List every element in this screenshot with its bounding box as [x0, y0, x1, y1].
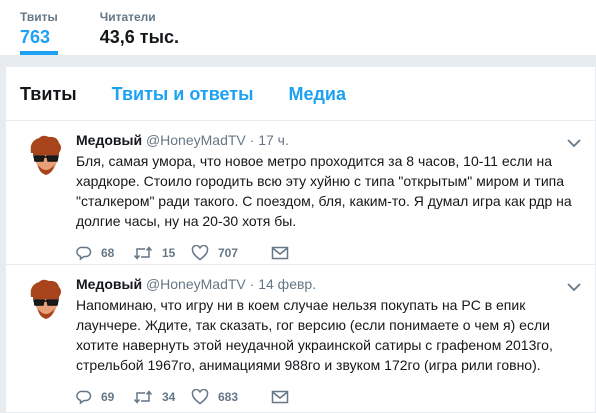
retweet-button[interactable]: 34 [133, 389, 191, 405]
tweet-separator: · [249, 132, 255, 148]
tweet-text: Бля, самая умора, что новое метро проход… [76, 153, 572, 229]
tweet-actions: 69 34 683 [76, 387, 580, 407]
tweet-header: Медовый @HoneyMadTV · 17 ч. [76, 131, 580, 149]
reply-button[interactable]: 68 [76, 245, 133, 261]
retweet-icon [133, 245, 153, 261]
like-count: 683 [218, 390, 239, 404]
avatar[interactable] [21, 275, 69, 323]
direct-message-button[interactable] [271, 245, 289, 261]
envelope-icon [271, 389, 289, 405]
chevron-down-icon[interactable] [567, 135, 581, 148]
tweet[interactable]: Медовый @HoneyMadTV · 14 февр. Напоминаю… [6, 265, 595, 412]
reply-count: 69 [101, 390, 115, 404]
retweet-icon [133, 389, 153, 405]
like-button[interactable]: 683 [191, 389, 271, 405]
tab-media[interactable]: Медиа [289, 82, 347, 106]
retweet-count: 15 [162, 246, 176, 260]
heart-icon [191, 245, 209, 261]
tweet-actions: 68 15 707 [76, 243, 580, 263]
stat-followers-label: Читатели [99, 10, 156, 24]
retweet-count: 34 [162, 390, 176, 404]
reply-icon [76, 389, 92, 405]
tweet-author-name[interactable]: Медовый [76, 132, 142, 148]
retweet-button[interactable]: 15 [133, 245, 191, 261]
avatar[interactable] [21, 131, 69, 179]
tweet-header: Медовый @HoneyMadTV · 14 февр. [76, 275, 580, 293]
reply-count: 68 [101, 246, 115, 260]
stat-tweets[interactable]: Твиты 763 [20, 0, 58, 55]
profile-stats-bar: Твиты 763 Читатели 43,6 тыс. [0, 0, 596, 55]
timeline-tabs: Твиты Твиты и ответы Медиа [6, 67, 595, 121]
envelope-icon [271, 245, 289, 261]
stat-followers-value: 43,6 тыс. [99, 27, 179, 47]
reply-button[interactable]: 69 [76, 389, 133, 405]
tweet-author-handle[interactable]: @HoneyMadTV [146, 276, 246, 292]
tab-tweets-and-replies[interactable]: Твиты и ответы [112, 82, 254, 106]
tweet-author-name[interactable]: Медовый [76, 276, 142, 292]
stat-tweets-label: Твиты [20, 10, 58, 24]
direct-message-button[interactable] [271, 389, 289, 405]
like-count: 707 [218, 246, 239, 260]
chevron-down-icon[interactable] [567, 279, 581, 292]
timeline: Твиты Твиты и ответы Медиа Медовый @Hone… [5, 66, 596, 413]
tweet-author-handle[interactable]: @HoneyMadTV [146, 132, 246, 148]
tweet[interactable]: Медовый @HoneyMadTV · 17 ч. Бля, самая у… [6, 121, 595, 265]
tweet-separator: · [249, 276, 255, 292]
tweet-timestamp[interactable]: 17 ч. [258, 132, 289, 148]
stat-tweets-value: 763 [20, 27, 51, 47]
stat-followers[interactable]: Читатели 43,6 тыс. [100, 0, 179, 55]
tab-tweets[interactable]: Твиты [20, 82, 77, 106]
heart-icon [191, 389, 209, 405]
reply-icon [76, 245, 92, 261]
tweet-timestamp[interactable]: 14 февр. [258, 276, 316, 292]
like-button[interactable]: 707 [191, 245, 271, 261]
tweet-text: Напоминаю, что игру ни в коем случае нел… [76, 297, 553, 373]
